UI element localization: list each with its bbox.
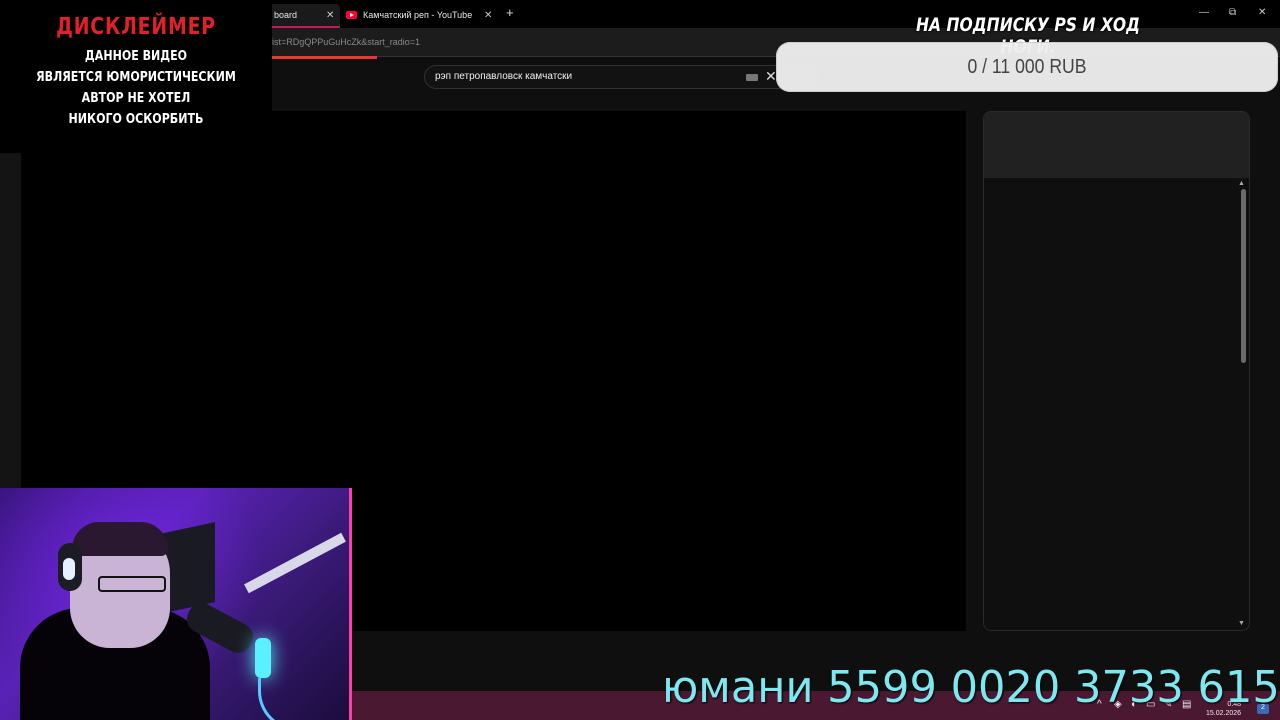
left-gutter: [0, 153, 21, 488]
scroll-up-icon[interactable]: ▲: [1238, 180, 1245, 187]
youtube-icon: [346, 11, 357, 19]
playlist-panel: ▲ ▼: [983, 111, 1250, 631]
disclaimer-line: НИКОГО ОСКОРБИТЬ: [68, 112, 204, 127]
tab-youtube[interactable]: Камчатский рeп - YouTube ✕: [346, 4, 496, 26]
webcam-feed: [0, 488, 352, 720]
scroll-down-icon[interactable]: ▼: [1238, 620, 1245, 627]
disclaimer-line: ЯВЛЯЕТСЯ ЮМОРИСТИЧЕСКИМ: [36, 70, 236, 85]
new-tab-button[interactable]: +: [506, 5, 514, 20]
disclaimer-overlay: ДИСКЛЕЙМЕР ДАННОЕ ВИДЕО ЯВЛЯЕТСЯ ЮМОРИСТ…: [0, 0, 272, 153]
close-window-button[interactable]: ✕: [1258, 7, 1266, 18]
url-text[interactable]: ist=RDgQPPuGuHcZk&start_radio=1: [272, 37, 420, 47]
mic-light: [255, 638, 271, 678]
search-input[interactable]: рэп петропавловск камчатски ✕: [424, 65, 780, 89]
restore-button[interactable]: ⧉: [1229, 7, 1236, 18]
disclaimer-title: ДИСКЛЕЙМЕР: [56, 14, 216, 40]
playlist-header[interactable]: [984, 112, 1249, 178]
disclaimer-line: АВТОР НЕ ХОТЕЛ: [81, 91, 191, 106]
headphone-light: [63, 558, 75, 580]
keyboard-icon[interactable]: [746, 74, 758, 81]
goal-progress-text: 0 / 11 000 RUB: [967, 56, 1087, 78]
streamer-hair: [72, 522, 168, 556]
tab-close-icon[interactable]: ✕: [326, 10, 334, 21]
donation-goal-bar: 0 / 11 000 RUB: [776, 42, 1278, 92]
clear-search-icon[interactable]: ✕: [765, 68, 777, 85]
mic-cable: [258, 678, 351, 720]
disclaimer-line: ДАННОЕ ВИДЕО: [84, 49, 188, 64]
tab-label: Камчатский рeп - YouTube: [363, 10, 473, 20]
tab-dashboard[interactable]: board ✕: [268, 4, 340, 28]
tab-close-icon[interactable]: ✕: [484, 10, 492, 21]
tab-label: board: [274, 10, 298, 20]
minimize-button[interactable]: —: [1199, 7, 1209, 18]
webcam-border: [349, 488, 352, 720]
glasses: [98, 576, 166, 592]
mic-arm: [244, 532, 346, 594]
search-query[interactable]: рэп петропавловск камчатски: [435, 71, 572, 82]
scrollbar-thumb[interactable]: [1241, 189, 1246, 363]
donation-details: юмани 5599 0020 3733 6155: [662, 662, 1280, 713]
